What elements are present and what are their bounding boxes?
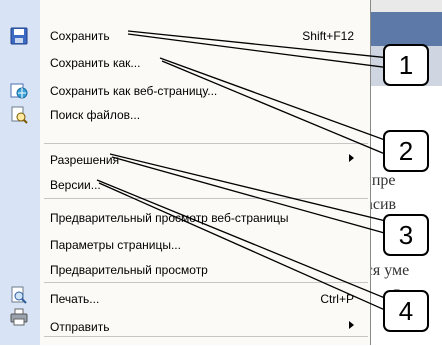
- callout-pointer-lines: [96, 30, 391, 311]
- callout-1: 1: [383, 44, 429, 86]
- pointer-line-1: [127, 30, 391, 59]
- pointer-line-4: [96, 179, 386, 299]
- pointer-line-4b: [98, 182, 386, 311]
- pointer-line-3: [109, 153, 391, 223]
- callout-3: 3: [383, 214, 429, 256]
- pointer-line-3b: [111, 156, 389, 235]
- callout-2: 2: [383, 130, 429, 172]
- pointer-line-2b: [161, 60, 386, 155]
- pointer-line-2: [159, 57, 386, 141]
- callout-4: 4: [383, 290, 429, 332]
